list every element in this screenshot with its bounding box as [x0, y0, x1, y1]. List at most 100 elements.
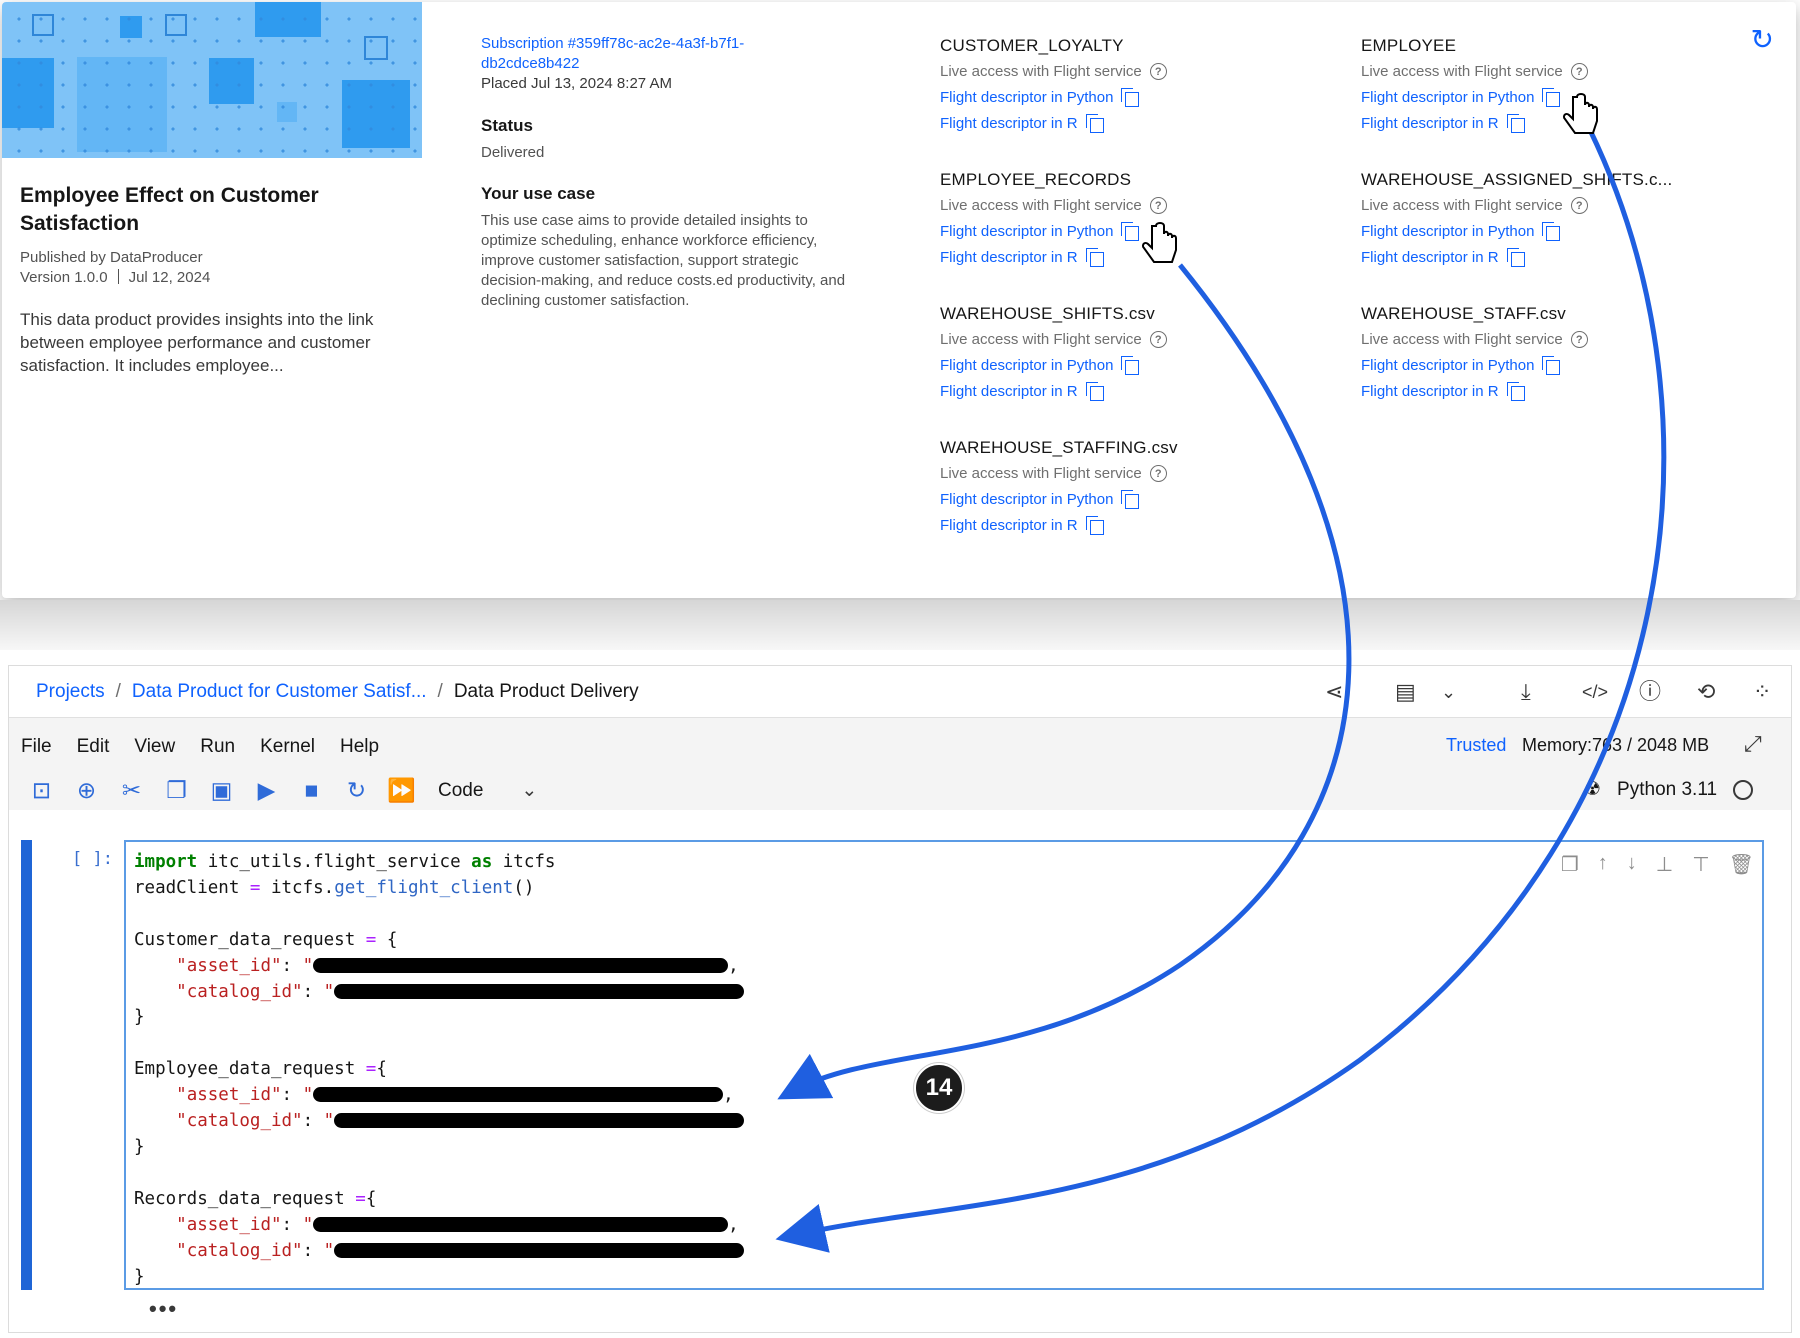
- copy-icon[interactable]: [1121, 490, 1140, 509]
- flight-python-label[interactable]: Flight descriptor in Python: [1361, 223, 1534, 240]
- flight-r-label[interactable]: Flight descriptor in R: [940, 383, 1078, 400]
- flight-r-label[interactable]: Flight descriptor in R: [940, 115, 1078, 132]
- copy-icon[interactable]: [1121, 222, 1140, 241]
- cell-prompt: [ ]:: [72, 849, 113, 869]
- help-icon[interactable]: ?: [1570, 197, 1588, 214]
- copy-icon[interactable]: [1085, 114, 1104, 133]
- save-icon[interactable]: ⊡: [19, 776, 64, 804]
- help-icon[interactable]: ?: [1149, 63, 1167, 80]
- flight-r-link[interactable]: Flight descriptor in R: [940, 382, 1330, 401]
- delete-icon[interactable]: 🗑: [1729, 852, 1754, 877]
- help-icon[interactable]: ?: [1149, 331, 1167, 348]
- flight-r-label[interactable]: Flight descriptor in R: [940, 249, 1078, 266]
- flight-r-label[interactable]: Flight descriptor in R: [1361, 383, 1499, 400]
- share-icon[interactable]: ⋖: [1325, 679, 1343, 705]
- flight-python-link[interactable]: Flight descriptor in Python: [940, 222, 1330, 241]
- paste-icon[interactable]: ▣: [199, 776, 244, 804]
- asset-warehouse-staff: WAREHOUSE_STAFF.csv Live access with Fli…: [1361, 304, 1751, 401]
- refresh-icon[interactable]: ↻: [1751, 26, 1774, 54]
- flight-r-link[interactable]: Flight descriptor in R: [940, 248, 1330, 267]
- menu-view[interactable]: View: [134, 736, 175, 758]
- help-icon[interactable]: ?: [1149, 197, 1167, 214]
- cut-icon[interactable]: ✂: [109, 776, 154, 804]
- flight-python-link[interactable]: Flight descriptor in Python: [940, 88, 1330, 107]
- apps-icon[interactable]: ⁘: [1753, 679, 1771, 705]
- copy-icon[interactable]: [1542, 356, 1561, 375]
- cell-type-select[interactable]: Code ⌄: [438, 779, 537, 802]
- copy-icon[interactable]: [1506, 382, 1525, 401]
- help-icon[interactable]: ?: [1149, 465, 1167, 482]
- menu-file[interactable]: File: [21, 736, 52, 758]
- breadcrumb-projects[interactable]: Projects: [36, 681, 105, 703]
- flight-r-link[interactable]: Flight descriptor in R: [1361, 114, 1751, 133]
- subscription-link[interactable]: Subscription #359ff78c-ac2e-4a3f-b7f1-db…: [481, 34, 811, 74]
- copy-cell-icon[interactable]: ❐: [154, 776, 199, 804]
- kernel-status[interactable]: ☢ Python 3.11: [1584, 778, 1754, 801]
- stop-icon[interactable]: ■: [289, 776, 334, 804]
- help-icon[interactable]: ?: [1570, 331, 1588, 348]
- insert-below-icon[interactable]: ⊤: [1692, 852, 1709, 877]
- redacted-value: [313, 1087, 724, 1103]
- product-meta: Published by DataProducer Version 1.0.0 J…: [20, 248, 210, 288]
- flight-python-link[interactable]: Flight descriptor in Python: [1361, 222, 1681, 241]
- flight-r-link[interactable]: Flight descriptor in R: [1361, 248, 1681, 267]
- flight-python-label[interactable]: Flight descriptor in Python: [940, 491, 1113, 508]
- kernel-name[interactable]: Python 3.11: [1617, 779, 1717, 801]
- flight-python-label[interactable]: Flight descriptor in Python: [1361, 89, 1534, 106]
- duplicate-cell-icon[interactable]: ❐: [1561, 852, 1579, 877]
- add-cell-icon[interactable]: ⊕: [64, 776, 109, 804]
- flight-python-label[interactable]: Flight descriptor in Python: [940, 223, 1113, 240]
- copy-icon[interactable]: [1542, 222, 1561, 241]
- download-icon[interactable]: ⤓: [1521, 679, 1531, 705]
- flight-r-link[interactable]: Flight descriptor in R: [1361, 382, 1751, 401]
- copy-icon[interactable]: [1085, 382, 1104, 401]
- flight-r-link[interactable]: Flight descriptor in R: [940, 516, 1330, 535]
- restart-icon[interactable]: ↻: [334, 776, 379, 804]
- flight-python-label[interactable]: Flight descriptor in Python: [1361, 357, 1534, 374]
- flight-r-link[interactable]: Flight descriptor in R: [940, 114, 1330, 133]
- code-editor[interactable]: import itc_utils.flight_service as itcfs…: [134, 850, 745, 1290]
- move-up-icon[interactable]: ↑: [1598, 852, 1608, 877]
- menu-edit[interactable]: Edit: [77, 736, 110, 758]
- copy-icon[interactable]: [1542, 88, 1561, 107]
- flight-r-label[interactable]: Flight descriptor in R: [1361, 115, 1499, 132]
- flight-r-label[interactable]: Flight descriptor in R: [940, 517, 1078, 534]
- chevron-down-icon[interactable]: ⌄: [521, 780, 537, 801]
- cell-type-value[interactable]: Code: [438, 780, 483, 801]
- more-icon[interactable]: •••: [149, 1296, 178, 1322]
- expand-icon[interactable]: ⤢: [1744, 731, 1762, 757]
- menu-run[interactable]: Run: [200, 736, 235, 758]
- copy-icon[interactable]: [1085, 516, 1104, 535]
- menu-help[interactable]: Help: [340, 736, 379, 758]
- run-all-icon[interactable]: ⏩: [379, 776, 424, 804]
- flight-python-link[interactable]: Flight descriptor in Python: [940, 490, 1330, 509]
- flight-r-label[interactable]: Flight descriptor in R: [1361, 249, 1499, 266]
- help-icon[interactable]: ?: [1570, 63, 1588, 80]
- copy-icon[interactable]: [1506, 248, 1525, 267]
- flight-python-link[interactable]: Flight descriptor in Python: [1361, 356, 1751, 375]
- flight-python-link[interactable]: Flight descriptor in Python: [940, 356, 1330, 375]
- flight-python-label[interactable]: Flight descriptor in Python: [940, 357, 1113, 374]
- copy-icon[interactable]: [1085, 248, 1104, 267]
- code-string: "catalog_id": [176, 1111, 303, 1132]
- flight-python-link[interactable]: Flight descriptor in Python: [1361, 88, 1751, 107]
- move-down-icon[interactable]: ↓: [1627, 852, 1637, 877]
- menu-kernel[interactable]: Kernel: [260, 736, 315, 758]
- trusted-indicator[interactable]: Trusted: [1446, 735, 1506, 756]
- info-icon[interactable]: ⓘ: [1639, 679, 1661, 705]
- memory-usage: Memory:763 / 2048 MB: [1522, 735, 1710, 755]
- status-value: Delivered: [481, 144, 545, 161]
- flight-python-label[interactable]: Flight descriptor in Python: [940, 89, 1113, 106]
- breadcrumb-separator: /: [437, 681, 443, 702]
- schedule-icon[interactable]: ▤: [1395, 679, 1416, 705]
- copy-icon[interactable]: [1121, 356, 1140, 375]
- copy-icon[interactable]: [1121, 88, 1140, 107]
- history-icon[interactable]: ⟲: [1697, 679, 1715, 705]
- code-icon[interactable]: </>: [1582, 679, 1608, 705]
- breadcrumb-project[interactable]: Data Product for Customer Satisf...: [132, 681, 427, 703]
- copy-icon[interactable]: [1506, 114, 1525, 133]
- debug-icon[interactable]: ☢: [1584, 778, 1601, 801]
- insert-above-icon[interactable]: ⊥: [1656, 852, 1673, 877]
- chevron-down-icon[interactable]: ⌄: [1441, 679, 1456, 705]
- run-icon[interactable]: ▶: [244, 776, 289, 804]
